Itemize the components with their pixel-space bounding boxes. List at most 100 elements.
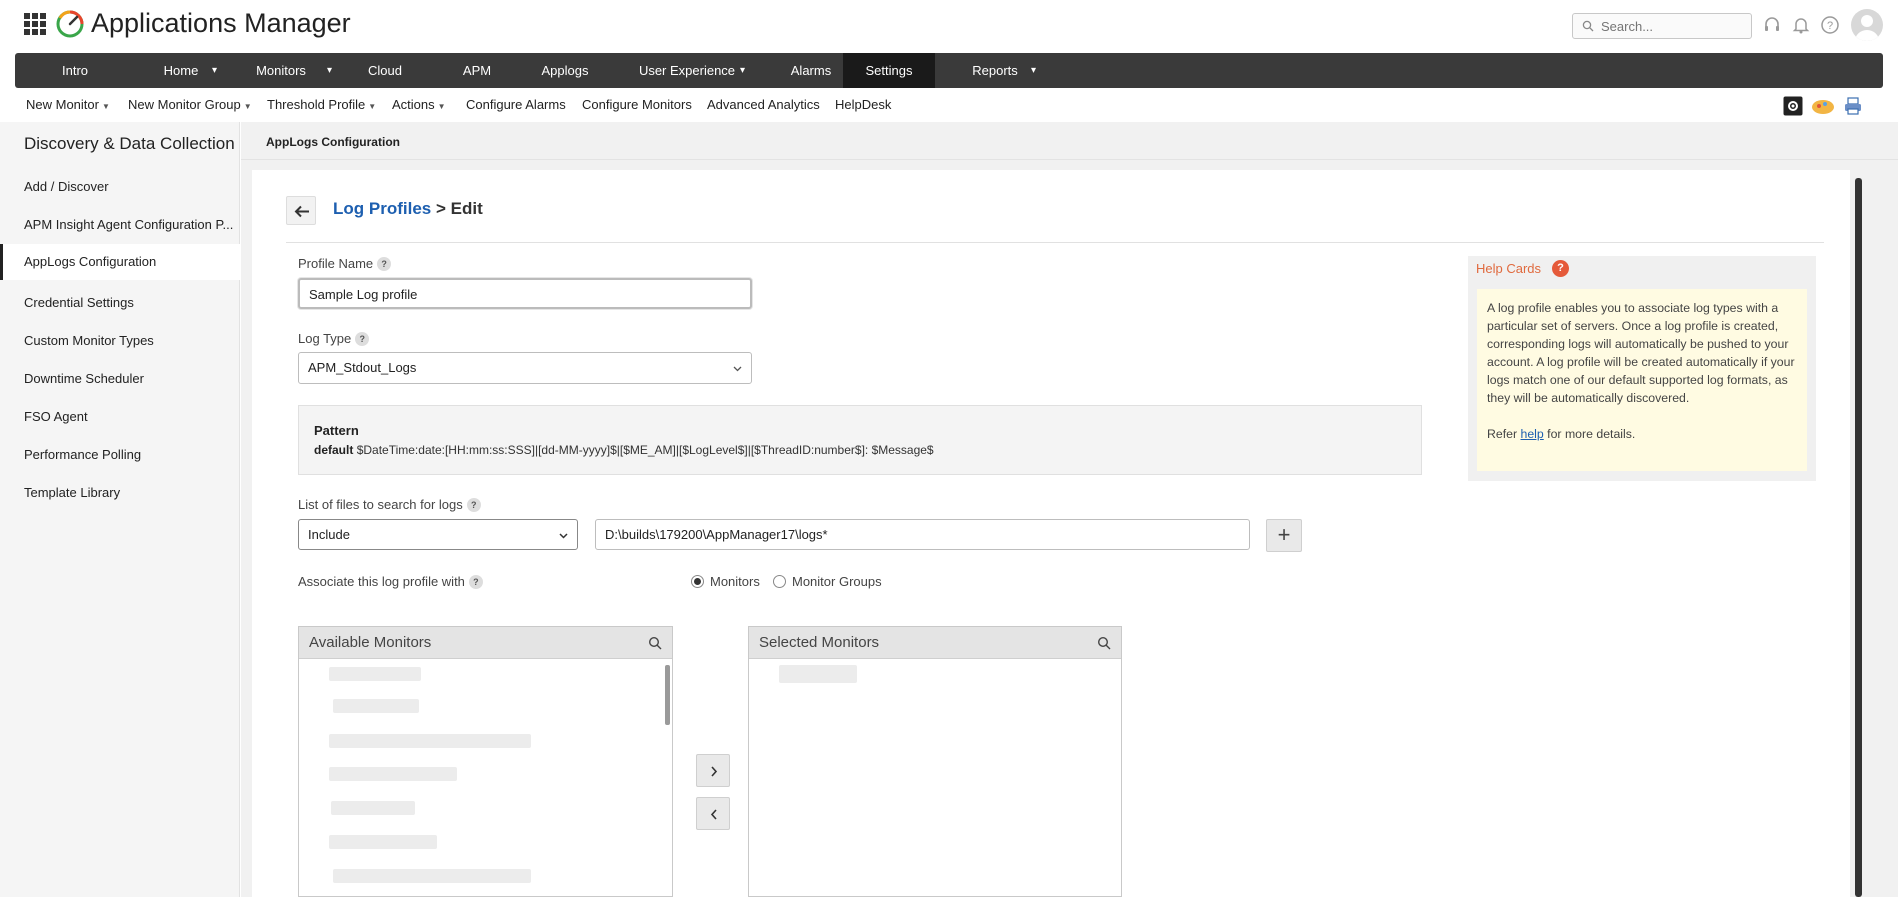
content-header: AppLogs Configuration xyxy=(241,122,1898,160)
sidebar-title: Discovery & Data Collection xyxy=(24,134,235,153)
print-icon[interactable] xyxy=(1843,96,1863,116)
breadcrumb-current: > Edit xyxy=(435,199,483,218)
log-type-label: Log Type? xyxy=(298,331,370,346)
back-button[interactable] xyxy=(286,196,316,225)
nav-applogs[interactable]: Applogs xyxy=(519,53,611,88)
user-avatar-icon[interactable] xyxy=(1851,9,1883,41)
search-icon[interactable] xyxy=(648,636,662,650)
main-nav: Intro Home ▾ Monitors ▾ Cloud APM Applog… xyxy=(15,53,1883,88)
subnav-configure-alarms[interactable]: Configure Alarms xyxy=(466,97,566,112)
help-card: Help Cards ? A log profile enables you t… xyxy=(1468,256,1816,481)
divider xyxy=(286,242,1824,243)
headset-icon[interactable] xyxy=(1762,15,1782,35)
pattern-default-label: default xyxy=(314,443,354,457)
pattern-value: $DateTime:date:[HH:mm:ss:SSS]|[dd-MM-yyy… xyxy=(356,443,934,457)
files-mode-value: Include xyxy=(308,527,350,542)
subnav-threshold-profile[interactable]: Threshold Profile ▼ xyxy=(267,97,376,112)
nav-intro[interactable]: Intro xyxy=(15,53,135,88)
search-icon[interactable] xyxy=(1097,636,1111,650)
profile-name-input[interactable]: Sample Log profile xyxy=(298,278,752,309)
subnav-configure-monitors[interactable]: Configure Monitors xyxy=(582,97,692,112)
available-monitors-header: Available Monitors xyxy=(299,627,672,659)
available-monitors-list[interactable]: Available Monitors xyxy=(298,626,673,897)
palette-icon[interactable] xyxy=(1811,96,1835,116)
radio-monitors[interactable]: Monitors xyxy=(691,574,760,589)
move-right-button[interactable] xyxy=(696,754,730,787)
files-mode-select[interactable]: Include xyxy=(298,519,578,550)
chevron-down-icon xyxy=(733,366,742,372)
gauge-logo-icon xyxy=(56,10,84,38)
sidebar-item-fso-agent[interactable]: FSO Agent xyxy=(0,399,240,435)
sidebar-item-credential-settings[interactable]: Credential Settings xyxy=(0,285,240,321)
sidebar: Discovery & Data Collection Add / Discov… xyxy=(0,122,240,897)
page-scrollbar-thumb[interactable] xyxy=(1855,178,1862,897)
pattern-box: Pattern default $DateTime:date:[HH:mm:ss… xyxy=(298,405,1422,475)
subnav-actions[interactable]: Actions ▼ xyxy=(392,97,446,112)
selected-monitors-header: Selected Monitors xyxy=(749,627,1121,659)
sidebar-item-performance-polling[interactable]: Performance Polling xyxy=(0,437,240,473)
help-icon[interactable]: ? xyxy=(466,498,481,512)
subnav-new-monitor-group[interactable]: New Monitor Group ▼ xyxy=(128,97,252,112)
chevron-down-icon[interactable]: ▾ xyxy=(1031,53,1036,88)
svg-text:?: ? xyxy=(1827,20,1833,32)
skeleton-row xyxy=(333,869,531,883)
files-path-input[interactable]: D:\builds\179200\AppManager17\logs* xyxy=(595,519,1250,550)
help-icon[interactable]: ? xyxy=(355,332,370,346)
nav-cloud[interactable]: Cloud xyxy=(345,53,425,88)
nav-monitors[interactable]: Monitors xyxy=(227,53,335,88)
apps-grid-icon[interactable] xyxy=(24,13,46,35)
radio-dot[interactable] xyxy=(773,575,786,588)
radio-monitor-groups[interactable]: Monitor Groups xyxy=(773,574,882,589)
list-scrollbar[interactable] xyxy=(665,665,670,725)
settings-icon[interactable] xyxy=(1783,96,1803,116)
search-input[interactable] xyxy=(1601,17,1746,35)
chevron-down-icon xyxy=(559,533,568,539)
help-icon[interactable]: ? xyxy=(1820,15,1840,35)
help-icon[interactable]: ? xyxy=(377,257,392,271)
profile-name-label: Profile Name? xyxy=(298,256,392,271)
nav-apm[interactable]: APM xyxy=(435,53,519,88)
sidebar-item-apm-insight-agent[interactable]: APM Insight Agent Configuration P... xyxy=(0,207,240,243)
add-file-button[interactable]: + xyxy=(1266,519,1302,552)
breadcrumb-log-profiles-link[interactable]: Log Profiles xyxy=(333,199,431,218)
skeleton-row xyxy=(333,699,419,713)
chevron-right-icon xyxy=(711,766,718,777)
sidebar-item-applogs-configuration[interactable]: AppLogs Configuration xyxy=(0,244,240,280)
breadcrumb: Log Profiles > Edit xyxy=(333,199,483,219)
top-bar: Applications Manager ? xyxy=(0,0,1898,50)
search-icon xyxy=(1582,20,1594,32)
bell-icon[interactable] xyxy=(1791,15,1811,35)
subnav-advanced-analytics[interactable]: Advanced Analytics xyxy=(707,97,820,112)
subnav-helpdesk[interactable]: HelpDesk xyxy=(835,97,891,112)
move-left-button[interactable] xyxy=(696,797,730,830)
content-title: AppLogs Configuration xyxy=(266,135,400,149)
sidebar-item-downtime-scheduler[interactable]: Downtime Scheduler xyxy=(0,361,240,397)
nav-reports[interactable]: Reports xyxy=(935,53,1055,88)
help-link[interactable]: help xyxy=(1521,427,1544,441)
help-icon[interactable]: ? xyxy=(468,575,483,589)
chevron-down-icon[interactable]: ▾ xyxy=(740,53,745,88)
log-type-value: APM_Stdout_Logs xyxy=(308,360,417,375)
chevron-left-icon xyxy=(710,809,717,820)
help-question-icon[interactable]: ? xyxy=(1552,260,1569,277)
log-type-select[interactable]: APM_Stdout_Logs xyxy=(298,352,752,384)
pattern-line: default $DateTime:date:[HH:mm:ss:SSS]|[d… xyxy=(314,443,934,457)
sidebar-item-custom-monitor-types[interactable]: Custom Monitor Types xyxy=(0,323,240,359)
help-card-tab: Help Cards ? xyxy=(1468,256,1588,280)
subnav-new-monitor[interactable]: New Monitor ▼ xyxy=(26,97,110,112)
app-title: Applications Manager xyxy=(91,8,351,38)
global-search[interactable] xyxy=(1572,13,1752,39)
sidebar-item-template-library[interactable]: Template Library xyxy=(0,475,240,511)
page-scrollbar[interactable] xyxy=(1855,178,1862,897)
back-arrow-icon xyxy=(294,205,309,218)
sub-nav: New Monitor ▼ New Monitor Group ▼ Threshol… xyxy=(0,92,1898,118)
sidebar-item-add-discover[interactable]: Add / Discover xyxy=(0,169,240,205)
help-refer: Refer help for more details. xyxy=(1487,427,1636,441)
skeleton-row xyxy=(329,835,437,849)
chevron-down-icon[interactable]: ▾ xyxy=(212,53,217,88)
nav-settings[interactable]: Settings xyxy=(843,53,935,88)
selected-monitors-list[interactable]: Selected Monitors xyxy=(748,626,1122,897)
radio-dot-selected[interactable] xyxy=(691,575,704,588)
chevron-down-icon[interactable]: ▾ xyxy=(327,53,332,88)
skeleton-row xyxy=(329,734,531,748)
